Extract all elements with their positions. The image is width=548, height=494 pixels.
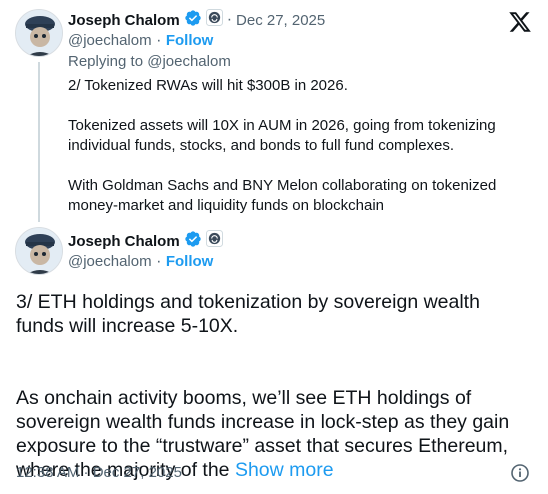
avatar[interactable] — [15, 9, 63, 57]
info-icon[interactable] — [510, 463, 530, 483]
separator: · — [156, 253, 162, 270]
affiliate-org-icon[interactable] — [205, 230, 223, 252]
main-handle-row: @joechalom · Follow — [68, 253, 213, 273]
replying-to: Replying to @joechalom — [68, 53, 231, 70]
main-tweet-paragraph-1: 3/ ETH holdings and tokenization by sove… — [16, 291, 480, 337]
author-name[interactable]: Joseph Chalom — [68, 12, 180, 29]
follow-button[interactable]: Follow — [166, 32, 214, 49]
follow-button[interactable]: Follow — [166, 253, 214, 270]
main-author-row: Joseph Chalom — [68, 230, 223, 253]
avatar-illustration — [16, 10, 62, 56]
author-name[interactable]: Joseph Chalom — [68, 233, 180, 250]
separator: · — [226, 11, 233, 28]
author-handle[interactable]: @joechalom — [68, 253, 152, 270]
parent-handle-row: @joechalom · Follow — [68, 32, 213, 52]
parent-tweet-text: 2/ Tokenized RWAs will hit $300B in 2026… — [68, 77, 497, 214]
x-logo-icon[interactable] — [508, 10, 532, 34]
separator: · — [156, 32, 162, 49]
avatar[interactable] — [15, 227, 63, 275]
show-more-link[interactable]: Show more — [235, 459, 334, 481]
affiliate-org-icon[interactable] — [205, 9, 223, 31]
thread-line — [38, 62, 40, 222]
verified-badge-icon — [184, 230, 202, 253]
avatar-illustration — [16, 228, 62, 274]
verified-badge-icon — [184, 9, 202, 32]
parent-author-row: Joseph Chalom · Dec 27, 2025 — [68, 9, 325, 32]
tweet-date[interactable]: Dec 27, 2025 — [236, 12, 325, 29]
tweet-timestamp[interactable]: 12:38 AM · Dec 27, 2025 — [16, 464, 182, 481]
author-handle[interactable]: @joechalom — [68, 32, 152, 49]
